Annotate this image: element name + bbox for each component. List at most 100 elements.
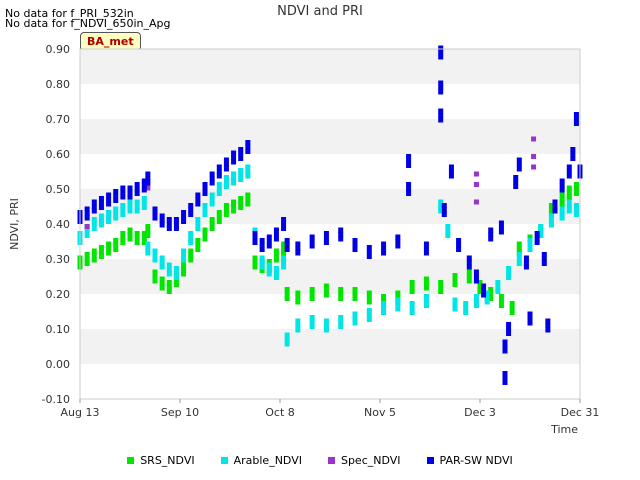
y-tick-label: 0.90 <box>46 43 71 56</box>
data-point <box>395 234 401 240</box>
data-point <box>259 255 265 261</box>
data-point <box>466 264 472 270</box>
data-point <box>309 315 315 320</box>
grid-band <box>80 49 580 84</box>
data-point <box>173 275 179 280</box>
data-point <box>152 274 158 279</box>
data-point <box>284 332 290 338</box>
data-point <box>152 211 158 216</box>
data-point <box>134 199 140 205</box>
y-tick-label: 0.70 <box>46 113 71 126</box>
data-point <box>195 247 201 252</box>
data-point <box>352 287 358 292</box>
data-point <box>438 54 444 60</box>
data-point <box>134 182 140 187</box>
data-point <box>506 270 512 276</box>
data-point <box>423 285 429 291</box>
data-point <box>145 246 151 251</box>
data-point <box>120 212 126 217</box>
data-point <box>273 236 279 242</box>
data-point <box>509 301 515 306</box>
data-point <box>366 245 372 250</box>
data-point <box>106 250 112 256</box>
data-point <box>466 255 472 261</box>
data-point <box>166 280 172 285</box>
data-point <box>181 219 187 224</box>
data-point <box>238 172 244 178</box>
data-point <box>488 236 494 242</box>
data-point <box>366 290 372 296</box>
data-point <box>209 176 215 181</box>
data-point <box>202 236 208 242</box>
data-point <box>466 260 472 265</box>
y-tick-label: 0.80 <box>46 78 71 91</box>
data-point <box>159 255 165 261</box>
data-point <box>252 255 258 261</box>
y-tick-label: 0.00 <box>46 358 71 371</box>
data-point <box>573 207 579 213</box>
data-point <box>481 292 487 298</box>
data-point <box>120 194 126 200</box>
data-point <box>181 257 187 263</box>
data-point <box>120 231 126 236</box>
data-point <box>466 278 472 284</box>
data-point <box>406 154 412 159</box>
data-point <box>548 213 554 219</box>
data-point <box>159 285 165 291</box>
data-point <box>323 288 329 293</box>
data-point <box>438 89 444 95</box>
data-point <box>498 220 504 226</box>
data-point <box>473 182 479 187</box>
data-point <box>423 250 429 256</box>
data-point <box>509 310 515 315</box>
data-point <box>452 277 458 283</box>
data-point <box>366 312 372 318</box>
data-point <box>352 311 358 317</box>
data-point <box>106 201 112 207</box>
data-point <box>238 177 244 182</box>
data-point <box>534 231 540 236</box>
data-point <box>406 191 412 196</box>
data-point <box>284 341 290 347</box>
data-point <box>216 214 222 220</box>
data-point <box>338 287 344 292</box>
data-point <box>252 231 258 236</box>
data-point <box>495 284 501 290</box>
x-tick-label: Nov 5 <box>364 406 396 419</box>
data-point <box>106 197 112 202</box>
data-point <box>409 310 415 315</box>
grid-band <box>80 294 580 329</box>
data-point <box>534 235 540 241</box>
data-point <box>166 271 172 277</box>
data-point <box>145 233 151 238</box>
x-tick-label: Oct 8 <box>265 406 295 419</box>
data-point <box>452 273 458 278</box>
data-point <box>559 215 565 221</box>
data-point <box>202 191 208 196</box>
data-point <box>323 323 329 328</box>
data-point <box>502 339 508 345</box>
data-point <box>309 234 315 240</box>
data-point <box>223 212 229 217</box>
data-point <box>352 242 358 248</box>
data-point <box>231 171 237 177</box>
data-point <box>438 50 444 55</box>
data-point <box>295 299 301 305</box>
data-point <box>266 267 272 272</box>
data-point <box>295 323 301 328</box>
x-axis-label: Time <box>550 423 578 436</box>
data-point <box>259 247 265 252</box>
data-point <box>188 235 194 241</box>
data-point <box>284 238 290 243</box>
data-point <box>527 242 533 248</box>
data-point <box>573 116 579 122</box>
data-point <box>252 260 258 265</box>
data-point <box>134 240 140 245</box>
data-point <box>216 191 222 196</box>
data-point <box>209 217 215 222</box>
data-point <box>266 234 272 240</box>
data-point <box>195 217 201 222</box>
data-point <box>366 299 372 305</box>
data-point <box>573 191 579 196</box>
legend-item: Spec_NDVI <box>327 454 401 467</box>
